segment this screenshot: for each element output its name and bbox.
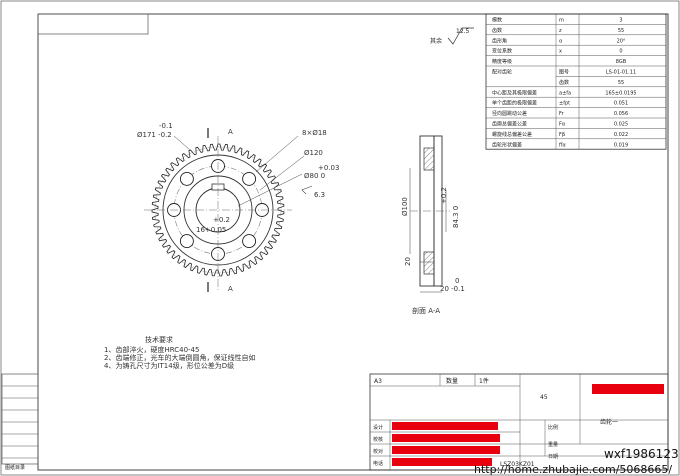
label-design: 设计 <box>373 424 383 431</box>
tech-req-item-1: 1、齿部淬火，硬度HRC40-45 <box>104 345 199 354</box>
param-symbol: m <box>559 18 564 24</box>
tech-req-title: 技术要求 <box>145 335 173 344</box>
drawing-sheet: 模数 m 3 齿数 z 55 齿形角 α 20° 变位系数 x 0 精度等级 8GB 配对齿轮 图号 LS-01… <box>0 0 680 476</box>
finish-label: 其余 <box>430 37 442 45</box>
section-hatch-top <box>423 147 435 171</box>
redaction-bar <box>592 384 664 394</box>
param-symbol: ±fpt <box>559 101 570 107</box>
watermark-id: wxf19861231 <box>604 447 680 461</box>
param-symbol: 齿数 <box>559 79 569 86</box>
section-hatch-bottom <box>423 251 435 275</box>
dim-od-tol-upper: -0.1 <box>159 122 173 130</box>
redaction-bar <box>392 422 498 430</box>
material: 45 <box>540 394 548 401</box>
watermark-url: http://home.zhubajie.com/5068665/ <box>474 463 672 476</box>
left-block-label: 图纸目录 <box>5 464 25 471</box>
label-ratio: 比例 <box>548 424 558 431</box>
dim-section-tol: +0.2 <box>440 187 448 204</box>
section-label-top: A <box>228 128 233 136</box>
param-symbol: x <box>559 49 562 55</box>
param-value: 0.022 <box>614 132 628 138</box>
param-symbol: 图号 <box>559 70 569 76</box>
param-name: 变位系数 <box>492 48 512 55</box>
param-value: 165±0.0195 <box>605 90 636 96</box>
param-name: 配对齿轮 <box>492 69 512 76</box>
param-symbol: Fα <box>559 122 566 128</box>
section-caption: 剖面 A-A <box>412 306 440 315</box>
label-check: 校核 <box>373 436 383 443</box>
param-name: 齿形角 <box>492 37 507 44</box>
section-label-bottom: A <box>228 285 233 293</box>
param-symbol: Fr <box>559 111 565 117</box>
param-value: 0.019 <box>614 142 628 148</box>
label-date: 日期 <box>548 454 558 460</box>
param-symbol: ffα <box>559 142 566 148</box>
label-approve: 校对 <box>373 448 383 455</box>
sheet-size: A3 <box>374 378 382 385</box>
qty-label: 数量 <box>446 377 458 385</box>
dim-section-depth: 84.3 0 <box>452 206 460 228</box>
technical-requirements: 技术要求 1、齿部淬火，硬度HRC40-45 2、齿端修正，光车的大端倒圆角，保… <box>104 335 255 370</box>
bolt-hole <box>242 171 257 186</box>
left-revision-block: 图纸目录 <box>1 373 39 471</box>
param-value: 20° <box>617 38 626 44</box>
dim-roughness: 6.3 <box>314 191 325 199</box>
label-phone: 电话 <box>373 460 383 467</box>
param-symbol: z <box>559 28 562 34</box>
param-symbol: a±fa <box>559 90 571 96</box>
param-name: 中心距及其极限偏差 <box>492 89 537 96</box>
param-value: 55 <box>618 28 624 34</box>
gear-parameter-table: 模数 m 3 齿数 z 55 齿形角 α 20° 变位系数 x 0 精度等级 8GB 配对齿轮 图号 LS-01… <box>485 13 667 150</box>
part-name: 齿轮一 <box>600 418 618 426</box>
dim-section-diameter: Ø100 <box>401 197 409 216</box>
dim-bolt-holes: 8×Ø18 <box>302 129 327 137</box>
surface-finish-symbol: 其余 12.5 <box>430 27 474 45</box>
param-value: 0.025 <box>614 122 628 128</box>
param-name: 径向圆跳动公差 <box>492 110 527 117</box>
sheet-border <box>0 0 680 476</box>
tech-req-item-3: 4、为铸孔尺寸为IT14级，形位公差为D级 <box>104 361 234 370</box>
dim-section-hub: 20 <box>404 257 412 266</box>
drawing-frame <box>37 13 669 471</box>
param-symbol: Fβ <box>559 132 565 138</box>
param-value: 55 <box>618 80 624 86</box>
param-value: 3 <box>619 18 622 24</box>
param-value: LS-01-01.11 <box>606 70 636 76</box>
dim-key-tol: +0.2 <box>213 216 230 224</box>
param-name: 精度等级 <box>492 58 512 65</box>
param-name: 齿数 <box>492 27 502 34</box>
param-name: 螺旋线总偏差公差 <box>492 131 532 138</box>
bolt-hole <box>242 234 257 249</box>
dim-bore-tol: +0.03 <box>318 164 339 172</box>
bolt-hole <box>179 171 194 186</box>
param-name: 齿廓总偏差公差 <box>492 121 527 128</box>
bolt-hole <box>179 234 194 249</box>
param-value: 0.051 <box>614 101 628 107</box>
corner-stub <box>37 13 149 35</box>
redaction-bar <box>392 434 500 442</box>
param-name: 齿轮形状偏差 <box>492 141 522 148</box>
finish-value: 12.5 <box>456 28 470 35</box>
param-value: 0 <box>619 49 622 55</box>
dim-pitch-circle: Ø120 <box>304 149 323 157</box>
gear-front-view: A A -0.1 Ø171 -0.2 8×Ø18 Ø120 +0.03 Ø80 … <box>137 122 339 293</box>
param-name: 模数 <box>492 17 502 24</box>
dim-section-zero: 0 <box>455 277 459 285</box>
dim-outer-diameter: Ø171 -0.2 <box>137 131 172 139</box>
param-symbol: α <box>559 38 563 44</box>
dim-bore: Ø80 0 <box>304 172 325 180</box>
label-weight: 重量 <box>548 441 558 448</box>
param-value: 0.056 <box>614 111 628 117</box>
tech-req-item-2: 2、齿端修正，光车的大端倒圆角，保证线性自如 <box>104 353 255 362</box>
param-name: 单个齿距的极限偏差 <box>492 100 537 107</box>
dim-section-width: 20 -0.1 <box>440 285 465 293</box>
param-value: 8GB <box>616 59 627 65</box>
redaction-bar <box>392 446 500 454</box>
dim-key-width: 16+0.05 <box>196 226 226 234</box>
section-view-aa: Ø100 +0.2 84.3 0 20 20 -0.1 0 剖面 A-A <box>401 135 465 315</box>
qty-value: 1件 <box>479 377 489 385</box>
